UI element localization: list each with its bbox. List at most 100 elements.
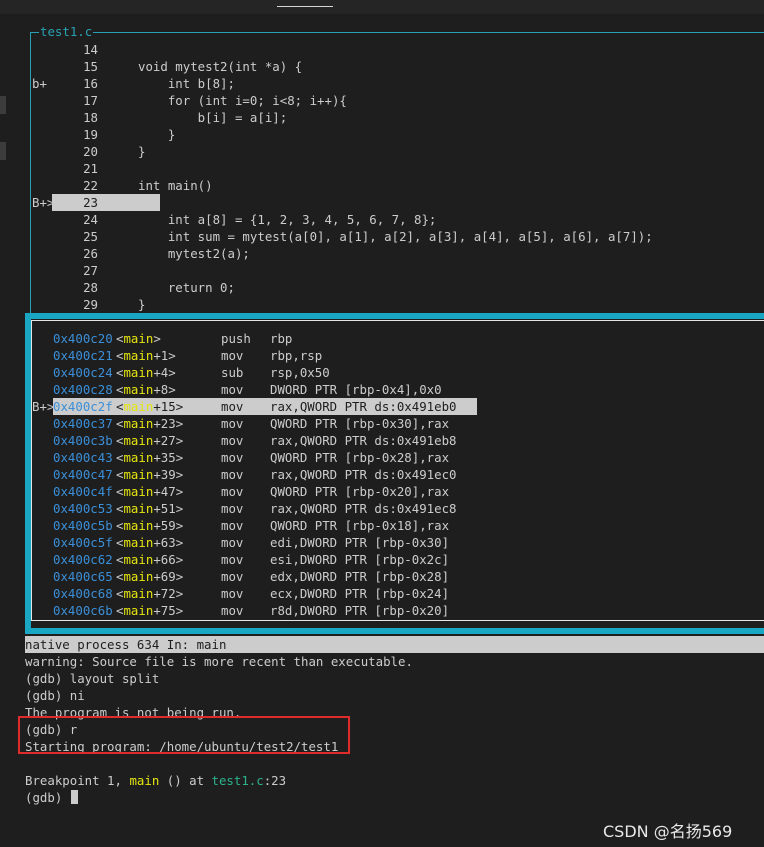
source-line: 29} (30, 296, 730, 313)
asm-operands: QWORD PTR [rbp-0x18],rax (270, 518, 450, 533)
asm-symbol: <main+51> (116, 501, 184, 516)
asm-line: 0x400c20 <main> push rbp (31, 330, 751, 347)
source-line: 14 (30, 41, 730, 58)
asm-offset: +1> (153, 348, 176, 363)
line-marker: b+ (32, 76, 47, 91)
asm-opcode: mov (221, 348, 244, 363)
asm-function: main (123, 603, 154, 618)
code-text: } (138, 297, 146, 312)
line-number: 27 (83, 263, 98, 278)
source-line: 17 for (int i=0; i<8; i++){ (30, 92, 730, 109)
code-text: void mytest2(int *a) { (138, 59, 303, 74)
asm-line: 0x400c28 <main+8> mov DWORD PTR [rbp-0x4],0… (31, 381, 751, 398)
asm-offset: +4> (153, 365, 176, 380)
asm-offset: +69> (153, 569, 184, 584)
asm-function: main (123, 331, 154, 346)
asm-opcode: mov (221, 416, 244, 431)
asm-offset: +47> (153, 484, 184, 499)
asm-line: 0x400c47 <main+39> mov rax,QWORD PTR ds:0x4… (31, 466, 751, 483)
asm-line: 0x400c53 <main+51> mov rax,QWORD PTR ds:0x4… (31, 500, 751, 517)
asm-function: main (123, 535, 154, 550)
line-number: 23 (52, 194, 98, 211)
gdb-prompt[interactable]: (gdb) (25, 789, 78, 806)
asm-address: 0x400c37 (53, 416, 113, 431)
asm-function: main (123, 586, 154, 601)
asm-symbol: <main+72> (116, 586, 184, 601)
source-line: B+> 23 { (30, 194, 730, 211)
asm-marker: B+> (32, 399, 55, 414)
sidebar-marker (0, 142, 6, 160)
asm-operands: rsp,0x50 (270, 365, 330, 380)
asm-line: 0x400c21 <main+1> mov rbp,rsp (31, 347, 751, 364)
asm-address: 0x400c20 (53, 331, 113, 346)
asm-symbol: <main+66> (116, 552, 184, 567)
asm-operands: rax,QWORD PTR ds:0x491ec8 (270, 501, 457, 516)
asm-address: 0x400c43 (53, 450, 113, 465)
asm-line: 0x400c6b <main+75> mov r8d,DWORD PTR [rbp-0… (31, 602, 751, 619)
asm-address: 0x400c28 (53, 382, 113, 397)
line-number: 14 (83, 42, 98, 57)
asm-offset: +63> (153, 535, 184, 550)
asm-line: 0x400c37 <main+23> mov QWORD PTR [rbp-0x30]… (31, 415, 751, 432)
asm-opcode: mov (221, 518, 244, 533)
source-line: 19 } (30, 126, 730, 143)
asm-offset: +35> (153, 450, 184, 465)
asm-opcode: mov (221, 484, 244, 499)
asm-symbol: <main+39> (116, 467, 184, 482)
asm-address: 0x400c2f (53, 398, 113, 415)
asm-opcode: mov (221, 467, 244, 482)
line-number: 16 (83, 76, 98, 91)
asm-operands: r8d,DWORD PTR [rbp-0x20] (270, 603, 450, 618)
asm-address: 0x400c21 (53, 348, 113, 363)
asm-offset: +8> (153, 382, 176, 397)
line-number: 20 (83, 144, 98, 159)
status-bar: native process 634 In: main (25, 636, 764, 653)
source-line: 18 b[i] = a[i]; (30, 109, 730, 126)
breakpoint-message: Breakpoint 1, main () at test1.c:23 (25, 772, 286, 789)
asm-opcode: push (221, 331, 251, 346)
asm-line: 0x400c68 <main+72> mov ecx,DWORD PTR [rbp-0… (31, 585, 751, 602)
asm-opcode: mov (221, 603, 244, 618)
asm-symbol: <main+1> (116, 348, 176, 363)
asm-offset: +39> (153, 467, 184, 482)
asm-line: 0x400c62 <main+66> mov esi,DWORD PTR [rbp-0… (31, 551, 751, 568)
asm-function: main (123, 552, 154, 567)
line-number: 25 (83, 229, 98, 244)
asm-opcode: mov (221, 586, 244, 601)
line-number: 19 (83, 127, 98, 142)
asm-address: 0x400c4f (53, 484, 113, 499)
asm-offset: +66> (153, 552, 184, 567)
source-line: 20} (30, 143, 730, 160)
asm-symbol: <main+15> (116, 399, 184, 414)
sidebar-marker (0, 96, 6, 114)
asm-line: 0x400c65 <main+69> mov edx,DWORD PTR [rbp-0… (31, 568, 751, 585)
asm-symbol: <main+59> (116, 518, 184, 533)
asm-opcode: mov (221, 382, 244, 397)
asm-symbol: <main+69> (116, 569, 184, 584)
asm-offset: +23> (153, 416, 184, 431)
asm-function: main (123, 399, 154, 414)
asm-symbol: <main+63> (116, 535, 184, 550)
asm-address: 0x400c3b (53, 433, 113, 448)
asm-opcode: mov (221, 501, 244, 516)
asm-symbol: <main+27> (116, 433, 184, 448)
asm-symbol: <main+35> (116, 450, 184, 465)
asm-function: main (123, 416, 154, 431)
code-text: int main() (138, 178, 213, 193)
asm-address: 0x400c53 (53, 501, 113, 516)
asm-line: 0x400c4f <main+47> mov QWORD PTR [rbp-0x20]… (31, 483, 751, 500)
source-line: 24 int a[8] = {1, 2, 3, 4, 5, 6, 7, 8}; (30, 211, 730, 228)
bp-prefix: Breakpoint 1, (25, 773, 130, 788)
bp-line: :23 (263, 773, 287, 788)
asm-address: 0x400c24 (53, 365, 113, 380)
asm-offset: +27> (153, 433, 184, 448)
asm-opcode: sub (221, 365, 244, 380)
asm-line: 0x400c5f <main+63> mov edi,DWORD PTR [rbp-0… (31, 534, 751, 551)
asm-line: 0x400c5b <main+59> mov QWORD PTR [rbp-0x18]… (31, 517, 751, 534)
asm-offset: +15> (153, 399, 184, 414)
code-text: mytest2(a); (138, 246, 250, 261)
code-text: return 0; (138, 280, 235, 295)
source-line: 27 (30, 262, 730, 279)
asm-address: 0x400c5b (53, 518, 113, 533)
asm-function: main (123, 518, 154, 533)
